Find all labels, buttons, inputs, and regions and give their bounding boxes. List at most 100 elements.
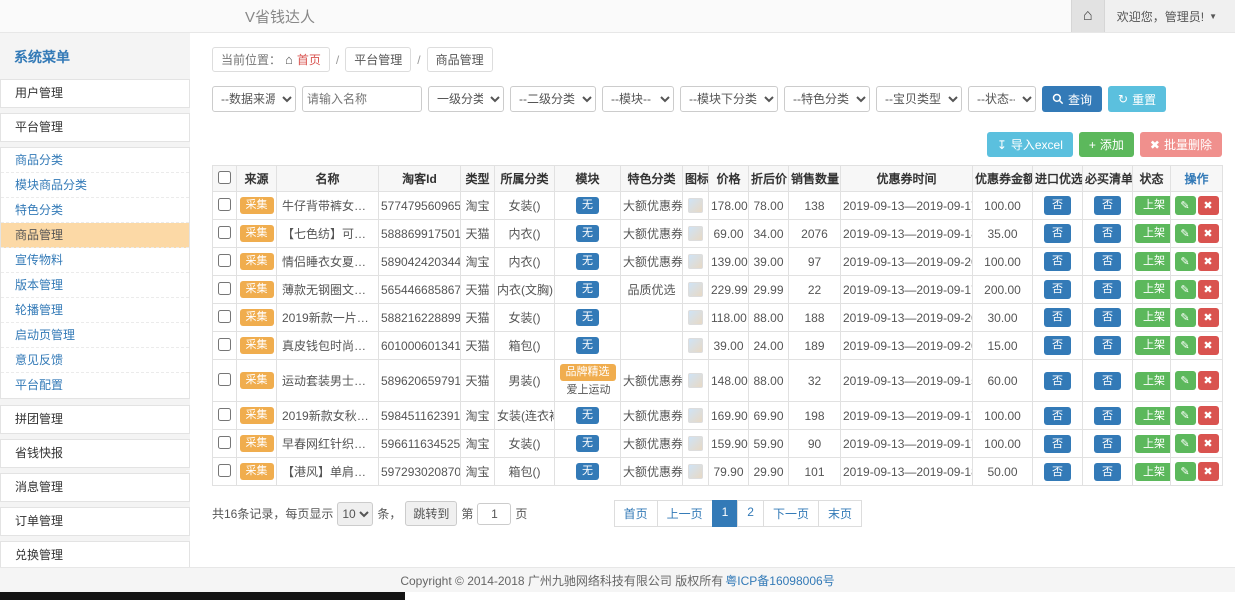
delete-button[interactable]: ✖ xyxy=(1198,371,1219,390)
select-all-checkbox[interactable] xyxy=(218,171,231,184)
imported-toggle[interactable]: 否 xyxy=(1044,252,1071,270)
delete-button[interactable]: ✖ xyxy=(1198,462,1219,481)
sidebar-item[interactable]: 用户管理 xyxy=(0,79,190,108)
level2-category-filter[interactable]: --二级分类-- xyxy=(510,86,596,112)
sidebar-item[interactable]: 平台管理 xyxy=(0,113,190,142)
edit-button[interactable]: ✎ xyxy=(1175,434,1196,453)
delete-button[interactable]: ✖ xyxy=(1198,224,1219,243)
breadcrumb-home-link[interactable]: 首页 xyxy=(297,51,321,68)
imported-toggle[interactable]: 否 xyxy=(1044,280,1071,298)
page-button[interactable]: 2 xyxy=(737,500,764,527)
breadcrumb-platform-link[interactable]: 平台管理 xyxy=(354,51,402,68)
source-filter[interactable]: --数据来源-- xyxy=(212,86,296,112)
status-button[interactable]: 上架 xyxy=(1135,224,1171,242)
row-checkbox[interactable] xyxy=(218,338,231,351)
add-button[interactable]: + 添加 xyxy=(1079,132,1134,157)
delete-button[interactable]: ✖ xyxy=(1198,336,1219,355)
must-buy-toggle[interactable]: 否 xyxy=(1094,224,1121,242)
row-checkbox[interactable] xyxy=(218,408,231,421)
row-checkbox[interactable] xyxy=(218,464,231,477)
item-type-filter[interactable]: --宝贝类型-- xyxy=(876,86,962,112)
search-button[interactable]: 查询 xyxy=(1042,86,1102,112)
page-button[interactable]: 首页 xyxy=(614,500,658,527)
delete-button[interactable]: ✖ xyxy=(1198,196,1219,215)
sidebar-subitem[interactable]: 宣传物料 xyxy=(1,248,189,273)
status-filter[interactable]: --状态-- xyxy=(968,86,1036,112)
edit-button[interactable]: ✎ xyxy=(1175,371,1196,390)
edit-button[interactable]: ✎ xyxy=(1175,252,1196,271)
imported-toggle[interactable]: 否 xyxy=(1044,196,1071,214)
imported-toggle[interactable]: 否 xyxy=(1044,407,1071,425)
sidebar-subitem[interactable]: 意见反馈 xyxy=(1,348,189,373)
row-checkbox[interactable] xyxy=(218,282,231,295)
user-menu[interactable]: 欢迎您，管理员! ▼ xyxy=(1105,8,1235,25)
status-button[interactable]: 上架 xyxy=(1135,336,1171,354)
special-category-filter[interactable]: --特色分类-- xyxy=(784,86,870,112)
imported-toggle[interactable]: 否 xyxy=(1044,224,1071,242)
row-checkbox[interactable] xyxy=(218,310,231,323)
home-button[interactable]: ⌂ xyxy=(1071,0,1105,32)
delete-button[interactable]: ✖ xyxy=(1198,406,1219,425)
row-checkbox[interactable] xyxy=(218,436,231,449)
edit-button[interactable]: ✎ xyxy=(1175,406,1196,425)
edit-button[interactable]: ✎ xyxy=(1175,308,1196,327)
row-checkbox[interactable] xyxy=(218,198,231,211)
imported-toggle[interactable]: 否 xyxy=(1044,463,1071,481)
imported-toggle[interactable]: 否 xyxy=(1044,336,1071,354)
breadcrumb-goods-link[interactable]: 商品管理 xyxy=(436,51,484,68)
sidebar-subitem[interactable]: 特色分类 xyxy=(1,198,189,223)
page-button[interactable]: 末页 xyxy=(818,500,862,527)
reset-button[interactable]: ↻ 重置 xyxy=(1108,86,1166,112)
status-button[interactable]: 上架 xyxy=(1135,372,1171,390)
icp-link[interactable]: 粤ICP备16098006号 xyxy=(725,572,834,589)
level1-category-filter[interactable]: 一级分类 xyxy=(428,86,504,112)
jump-page-input[interactable] xyxy=(477,503,511,525)
page-button[interactable]: 1 xyxy=(712,500,739,527)
sidebar-item[interactable]: 省钱快报 xyxy=(0,439,190,468)
sidebar-subitem[interactable]: 商品分类 xyxy=(1,148,189,173)
edit-button[interactable]: ✎ xyxy=(1175,280,1196,299)
sidebar-item[interactable]: 拼团管理 xyxy=(0,405,190,434)
delete-button[interactable]: ✖ xyxy=(1198,280,1219,299)
must-buy-toggle[interactable]: 否 xyxy=(1094,252,1121,270)
must-buy-toggle[interactable]: 否 xyxy=(1094,372,1121,390)
must-buy-toggle[interactable]: 否 xyxy=(1094,280,1121,298)
status-button[interactable]: 上架 xyxy=(1135,252,1171,270)
batch-delete-button[interactable]: ✖ 批量删除 xyxy=(1140,132,1222,157)
status-button[interactable]: 上架 xyxy=(1135,407,1171,425)
status-button[interactable]: 上架 xyxy=(1135,435,1171,453)
sidebar-subitem[interactable]: 版本管理 xyxy=(1,273,189,298)
status-button[interactable]: 上架 xyxy=(1135,308,1171,326)
row-checkbox[interactable] xyxy=(218,373,231,386)
sidebar-item[interactable]: 兑换管理 xyxy=(0,541,190,567)
must-buy-toggle[interactable]: 否 xyxy=(1094,336,1121,354)
delete-button[interactable]: ✖ xyxy=(1198,252,1219,271)
delete-button[interactable]: ✖ xyxy=(1198,434,1219,453)
module-filter[interactable]: --模块-- xyxy=(602,86,674,112)
must-buy-toggle[interactable]: 否 xyxy=(1094,463,1121,481)
must-buy-toggle[interactable]: 否 xyxy=(1094,435,1121,453)
page-button[interactable]: 下一页 xyxy=(763,500,819,527)
status-button[interactable]: 上架 xyxy=(1135,280,1171,298)
jump-button[interactable]: 跳转到 xyxy=(405,501,457,526)
edit-button[interactable]: ✎ xyxy=(1175,196,1196,215)
status-button[interactable]: 上架 xyxy=(1135,463,1171,481)
imported-toggle[interactable]: 否 xyxy=(1044,372,1071,390)
sidebar-subitem[interactable]: 模块商品分类 xyxy=(1,173,189,198)
imported-toggle[interactable]: 否 xyxy=(1044,435,1071,453)
page-button[interactable]: 上一页 xyxy=(657,500,713,527)
edit-button[interactable]: ✎ xyxy=(1175,462,1196,481)
must-buy-toggle[interactable]: 否 xyxy=(1094,407,1121,425)
name-filter[interactable] xyxy=(302,86,422,112)
must-buy-toggle[interactable]: 否 xyxy=(1094,308,1121,326)
sidebar-subitem[interactable]: 平台配置 xyxy=(1,373,189,398)
imported-toggle[interactable]: 否 xyxy=(1044,308,1071,326)
module-sub-filter[interactable]: --模块下分类-- xyxy=(680,86,778,112)
sidebar-item[interactable]: 消息管理 xyxy=(0,473,190,502)
edit-button[interactable]: ✎ xyxy=(1175,336,1196,355)
row-checkbox[interactable] xyxy=(218,226,231,239)
sidebar-subitem[interactable]: 启动页管理 xyxy=(1,323,189,348)
import-excel-button[interactable]: ↧ 导入excel xyxy=(987,132,1073,157)
status-button[interactable]: 上架 xyxy=(1135,196,1171,214)
per-page-select[interactable]: 10 xyxy=(337,502,373,526)
